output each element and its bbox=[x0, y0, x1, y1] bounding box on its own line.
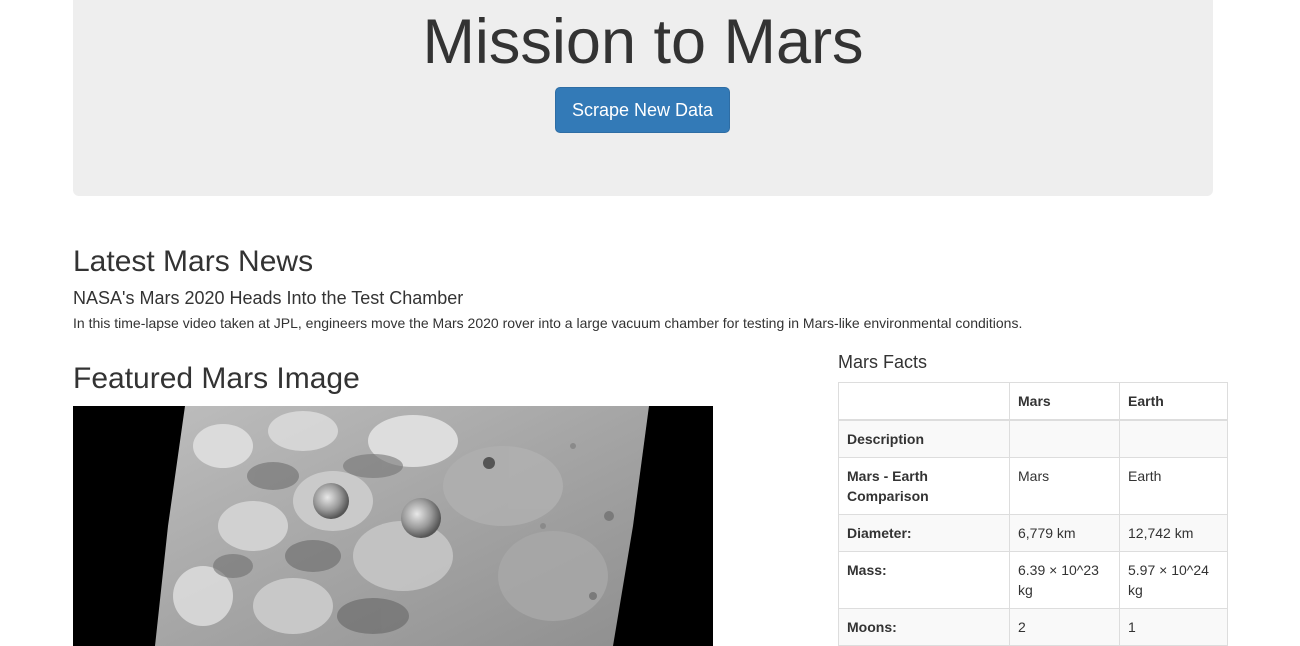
featured-image-heading: Featured Mars Image bbox=[73, 362, 360, 395]
mars-value: 6,779 km bbox=[1009, 514, 1120, 552]
mars-terrain-image bbox=[155, 406, 649, 646]
row-label: Description bbox=[838, 419, 1010, 458]
row-label: Mass: bbox=[838, 551, 1010, 609]
mars-facts-heading: Mars Facts bbox=[838, 352, 928, 372]
news-title: NASA's Mars 2020 Heads Into the Test Cha… bbox=[73, 288, 464, 308]
earth-value: Earth bbox=[1119, 457, 1228, 515]
column-header-earth: Earth bbox=[1119, 382, 1228, 421]
mars-value bbox=[1009, 419, 1120, 458]
table-row: Mars - Earth Comparison Mars Earth bbox=[838, 457, 1228, 515]
earth-value: 12,742 km bbox=[1119, 514, 1228, 552]
row-label: Mars - Earth Comparison bbox=[838, 457, 1010, 515]
scrape-new-data-button[interactable]: Scrape New Data bbox=[555, 87, 730, 133]
mars-facts-table: Mars Earth Description Mars - Earth Comp… bbox=[838, 382, 1228, 646]
news-teaser: In this time-lapse video taken at JPL, e… bbox=[73, 315, 1023, 331]
earth-value: 1 bbox=[1119, 608, 1228, 646]
table-row: Description bbox=[838, 419, 1228, 458]
row-label: Diameter: bbox=[838, 514, 1010, 552]
table-row: Moons: 2 1 bbox=[838, 608, 1228, 646]
featured-mars-image bbox=[73, 406, 713, 646]
mars-value: 2 bbox=[1009, 608, 1120, 646]
table-header-row: Mars Earth bbox=[838, 382, 1228, 421]
table-row: Mass: 6.39 × 10^23 kg 5.97 × 10^24 kg bbox=[838, 551, 1228, 609]
table-row: Diameter: 6,779 km 12,742 km bbox=[838, 514, 1228, 552]
earth-value bbox=[1119, 419, 1228, 458]
latest-news-heading: Latest Mars News bbox=[73, 245, 314, 278]
row-label: Moons: bbox=[838, 608, 1010, 646]
mars-value: 6.39 × 10^23 kg bbox=[1009, 551, 1120, 609]
earth-value: 5.97 × 10^24 kg bbox=[1119, 551, 1228, 609]
page-title: Mission to Mars bbox=[422, 7, 864, 77]
column-header-mars: Mars bbox=[1009, 382, 1120, 421]
column-header bbox=[838, 382, 1010, 421]
jumbotron-header: Mission to Mars Scrape New Data bbox=[73, 0, 1213, 196]
mars-value: Mars bbox=[1009, 457, 1120, 515]
